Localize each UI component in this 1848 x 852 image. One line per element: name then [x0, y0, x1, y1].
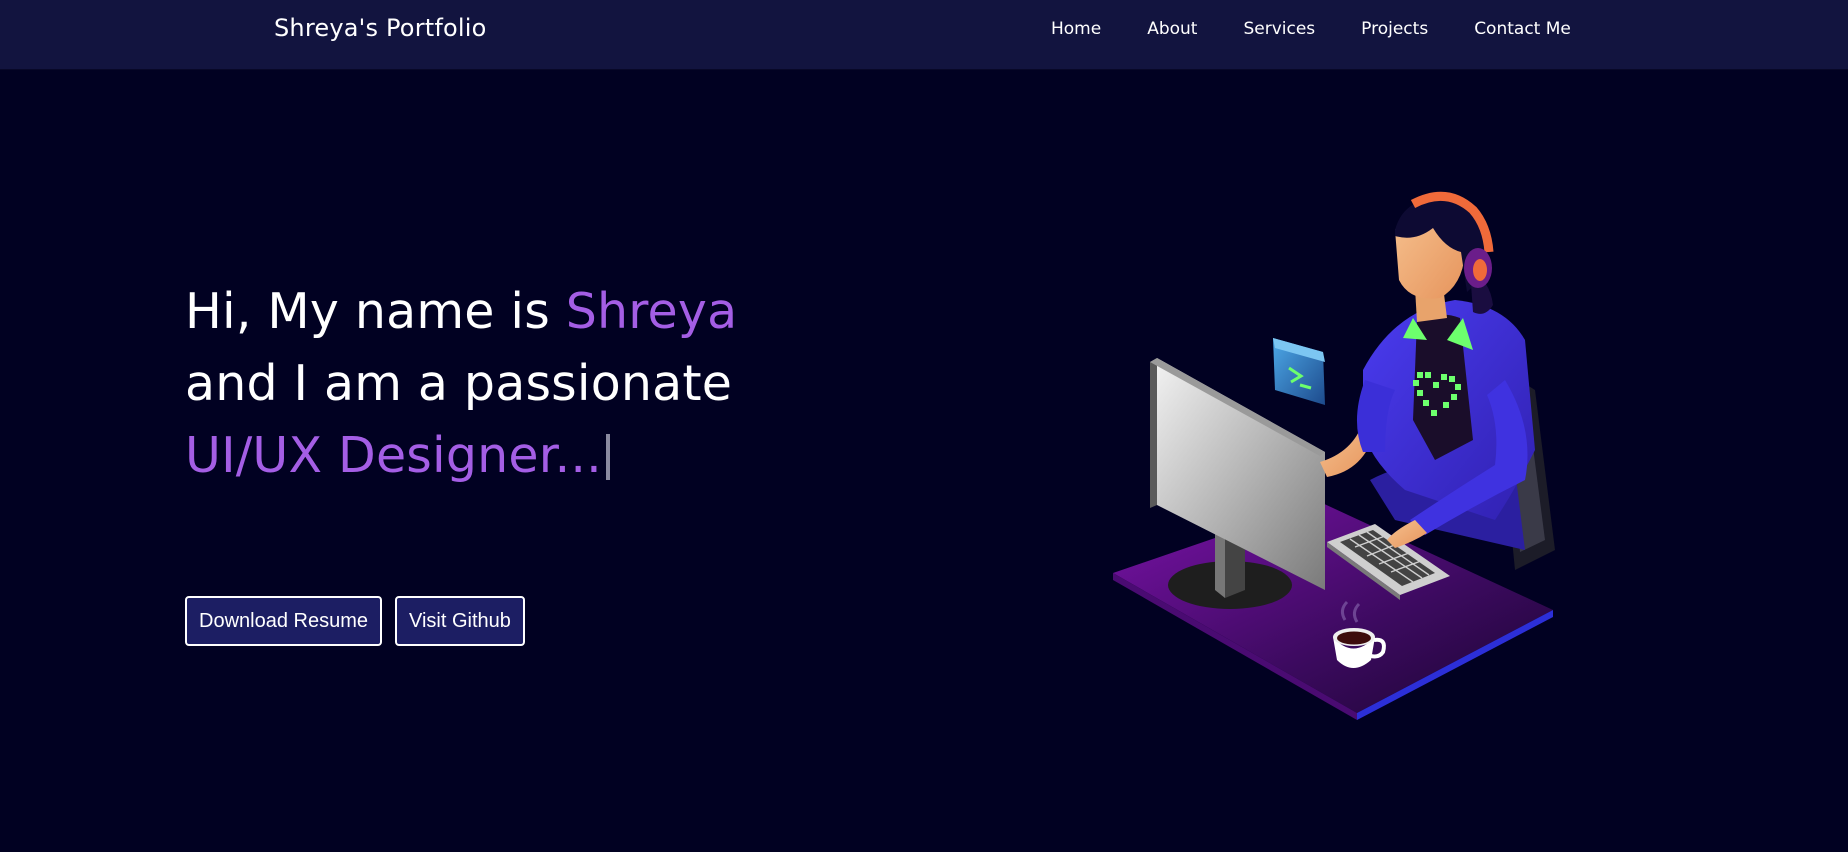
hero-role-typed: UI/UX Designer...: [185, 427, 602, 484]
nav-link-about[interactable]: About: [1147, 19, 1197, 39]
hero-buttons: Download Resume Visit Github: [185, 596, 538, 646]
hero-name: Shreya: [565, 283, 738, 340]
nav-link-projects[interactable]: Projects: [1361, 19, 1428, 39]
hero-illustration: [1095, 190, 1565, 730]
nav-link-contact[interactable]: Contact Me: [1474, 19, 1571, 39]
nav-link-services[interactable]: Services: [1243, 19, 1315, 39]
terminal-window-icon: [1273, 338, 1325, 405]
nav-link-home[interactable]: Home: [1051, 19, 1101, 39]
nav-links: Home About Services Projects Contact Me: [1051, 19, 1571, 39]
hero-line-2: and I am a passionate: [185, 355, 733, 412]
hero-line-1: Hi, My name is Shreya: [185, 276, 737, 348]
hero-heading: Hi, My name is Shreya and I am a passion…: [185, 276, 737, 492]
hero-greeting: Hi, My name is: [185, 283, 566, 340]
download-resume-button[interactable]: Download Resume: [185, 596, 382, 646]
visit-github-button[interactable]: Visit Github: [394, 596, 525, 646]
typing-cursor: [605, 434, 610, 480]
hero-line-3: UI/UX Designer...: [185, 420, 737, 492]
navbar: Shreya's Portfolio Home About Services P…: [0, 0, 1848, 69]
person-at-computer-icon: [1113, 191, 1555, 720]
site-brand[interactable]: Shreya's Portfolio: [274, 14, 487, 42]
